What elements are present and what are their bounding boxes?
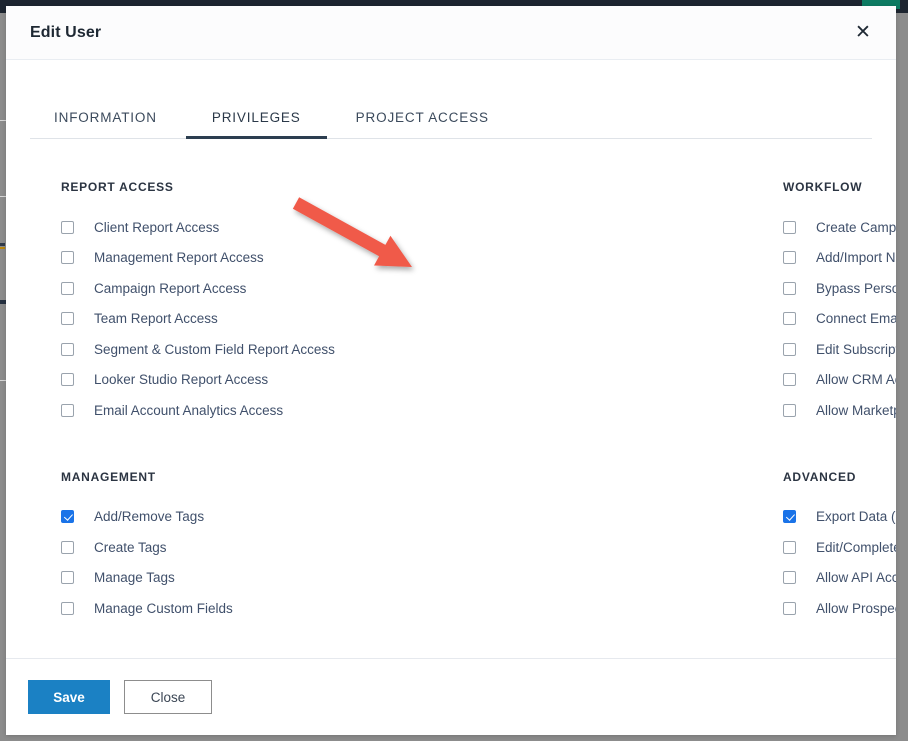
checkbox-row[interactable]: Edit/Complete Others' Tasks: [783, 532, 896, 563]
checkbox-label: Allow Marketplace Access: [816, 402, 896, 418]
privilege-group-report-access: REPORT ACCESS Client Report Access Managem…: [61, 180, 421, 426]
checkbox-label: Bypass Personalization: [816, 280, 896, 296]
checkbox-icon[interactable]: [61, 281, 74, 295]
checkbox-icon[interactable]: [61, 312, 74, 326]
checkbox-row[interactable]: Management Report Access: [61, 243, 421, 274]
checkbox-label: Add/Import New Opportunities: [816, 250, 896, 266]
checkbox-icon[interactable]: [61, 373, 74, 387]
dialog-body: INFORMATION PRIVILEGES PROJECT ACCESS REPO…: [6, 60, 896, 658]
checkbox-icon[interactable]: [61, 601, 74, 615]
checkbox-row[interactable]: Email Account Analytics Access: [61, 395, 421, 426]
checkbox-label: Manage Tags: [94, 570, 175, 586]
checkbox-row[interactable]: Campaign Report Access: [61, 273, 421, 304]
checkbox-row[interactable]: Allow Prospect Ai Access: [783, 593, 896, 624]
checkbox-row[interactable]: Connect Email Accounts: [783, 304, 896, 335]
checkbox-label: Campaign Report Access: [94, 280, 247, 296]
checkbox-row[interactable]: Add/Import New Opportunities: [783, 243, 896, 274]
checkbox-row[interactable]: Add/Remove Tags: [61, 502, 421, 533]
checkbox-icon[interactable]: [783, 403, 796, 417]
checkbox-checked-icon[interactable]: [61, 510, 74, 524]
group-title: MANAGEMENT: [61, 469, 156, 484]
checkbox-icon[interactable]: [61, 403, 74, 417]
background-fragment: [0, 243, 5, 246]
checkbox-row[interactable]: Allow API Access: [783, 563, 896, 594]
checkbox-label: Segment & Custom Field Report Access: [94, 341, 335, 357]
checkbox-label: Management Report Access: [94, 250, 264, 266]
checkbox-row[interactable]: Allow Marketplace Access: [783, 395, 896, 426]
checkbox-icon[interactable]: [783, 373, 796, 387]
checkbox-icon[interactable]: [783, 571, 796, 585]
save-button[interactable]: Save: [28, 680, 110, 714]
checkbox-checked-icon[interactable]: [783, 510, 796, 524]
checkbox-icon[interactable]: [61, 251, 74, 265]
checkbox-label: Looker Studio Report Access: [94, 372, 269, 388]
tab-privileges[interactable]: PRIVILEGES: [185, 104, 327, 139]
tab-project-access[interactable]: PROJECT ACCESS: [356, 104, 489, 138]
group-title: ADVANCED: [783, 469, 857, 484]
checkbox-row[interactable]: Create Campaigns: [783, 212, 896, 243]
page-title: Edit User: [30, 23, 102, 41]
checkbox-row[interactable]: Segment & Custom Field Report Access: [61, 334, 421, 365]
close-icon[interactable]: ✕: [852, 22, 874, 44]
privileges-grid: REPORT ACCESS Client Report Access Managem…: [30, 180, 896, 624]
checkbox-row[interactable]: Looker Studio Report Access: [61, 365, 421, 396]
checkbox-row[interactable]: Create Tags: [61, 532, 421, 563]
dialog-footer: Save Close: [6, 658, 896, 735]
checkbox-row[interactable]: Manage Custom Fields: [61, 593, 421, 624]
privilege-group-advanced: ADVANCED Export Data (opportunities, cont…: [421, 470, 896, 624]
checkbox-row[interactable]: Export Data (opportunities, contacts, em…: [783, 502, 896, 533]
checkbox-label: Edit/Complete Others' Tasks: [816, 539, 896, 555]
checkbox-icon[interactable]: [61, 571, 74, 585]
tab-information[interactable]: INFORMATION: [54, 104, 157, 138]
tab-bar: INFORMATION PRIVILEGES PROJECT ACCESS: [30, 104, 872, 139]
checkbox-label: Create Campaigns: [816, 219, 896, 235]
checkbox-label: Allow API Access: [816, 570, 896, 586]
checkbox-row[interactable]: Bypass Personalization: [783, 273, 896, 304]
edit-user-dialog: Edit User ✕ INFORMATION PRIVILEGES PROJECT…: [6, 6, 896, 735]
checkbox-label: Connect Email Accounts: [816, 311, 896, 327]
background-fragment: [0, 247, 5, 249]
checkbox-row[interactable]: Team Report Access: [61, 304, 421, 335]
checkbox-icon[interactable]: [783, 220, 796, 234]
checkbox-row[interactable]: Allow CRM Access: [783, 365, 896, 396]
checkbox-row[interactable]: Manage Tags: [61, 563, 421, 594]
checkbox-label: Add/Remove Tags: [94, 509, 205, 525]
checkbox-label: Allow Prospect Ai Access: [816, 600, 896, 616]
checkbox-label: Export Data (opportunities, contacts, em…: [816, 509, 896, 525]
checkbox-label: Edit Subscription Limits: [816, 341, 896, 357]
checkbox-icon[interactable]: [783, 342, 796, 356]
group-title: WORKFLOW: [783, 180, 863, 194]
privilege-group-workflow: WORKFLOW Create Campaigns Add/Import New O…: [421, 180, 896, 426]
checkbox-icon[interactable]: [783, 281, 796, 295]
privilege-group-management: MANAGEMENT Add/Remove Tags Create Tags Mana…: [61, 470, 421, 624]
checkbox-icon[interactable]: [783, 601, 796, 615]
checkbox-label: Create Tags: [94, 539, 167, 555]
group-title: REPORT ACCESS: [61, 180, 174, 194]
checkbox-icon[interactable]: [61, 540, 74, 554]
checkbox-icon[interactable]: [783, 312, 796, 326]
checkbox-label: Client Report Access: [94, 219, 220, 235]
checkbox-icon[interactable]: [61, 342, 74, 356]
checkbox-label: Manage Custom Fields: [94, 600, 233, 616]
checkbox-label: Allow CRM Access: [816, 372, 896, 388]
checkbox-icon[interactable]: [783, 540, 796, 554]
checkbox-label: Email Account Analytics Access: [94, 402, 284, 418]
checkbox-label: Team Report Access: [94, 311, 218, 327]
checkbox-row[interactable]: Client Report Access: [61, 212, 421, 243]
checkbox-icon[interactable]: [783, 251, 796, 265]
checkbox-icon[interactable]: [61, 220, 74, 234]
checkbox-row[interactable]: Edit Subscription Limits: [783, 334, 896, 365]
close-button[interactable]: Close: [124, 680, 212, 714]
dialog-header: Edit User ✕: [6, 6, 896, 60]
